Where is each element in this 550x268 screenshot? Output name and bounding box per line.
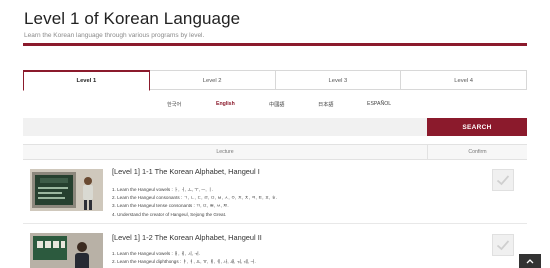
- lecture-title[interactable]: [Level 1] 1-2 The Korean Alphabet, Hange…: [112, 233, 262, 242]
- title-divider: [23, 43, 527, 46]
- column-header-lecture: Lecture: [23, 145, 428, 159]
- table-header: Lecture Confirm: [23, 144, 527, 160]
- lecture-objectives: 1. Learn the Hangeul vowels : ㅐ, ㅔ, ㅚ, ㅟ…: [112, 250, 256, 266]
- page-subtitle: Learn the Korean language through variou…: [24, 32, 205, 39]
- objective-item: 4. Understand the creator of Hangeul, Se…: [112, 211, 227, 217]
- lecture-objectives: 1. Learn the Hangeul vowels : ㅏ, ㅓ, ㅗ, ㅜ…: [112, 186, 277, 219]
- lecture-thumbnail[interactable]: [30, 233, 103, 268]
- lecture-title[interactable]: [Level 1] 1-1 The Korean Alphabet, Hange…: [112, 167, 260, 176]
- page-title: Level 1 of Korean Language: [24, 9, 241, 28]
- check-icon: [496, 175, 510, 186]
- lecture-row: [Level 1] 1-2 The Korean Alphabet, Hange…: [23, 228, 527, 268]
- lang-chinese[interactable]: 中國語: [269, 101, 285, 108]
- language-selector: 한국어 English 中國語 日本語 ESPAÑOL: [0, 101, 550, 111]
- chevron-up-icon: [526, 259, 534, 264]
- check-icon: [496, 240, 510, 251]
- search-bar: SEARCH: [23, 118, 527, 136]
- tab-level-2[interactable]: Level 2: [149, 70, 276, 90]
- search-input[interactable]: [23, 118, 427, 136]
- column-header-confirm: Confirm: [468, 149, 487, 155]
- lecture-thumbnail[interactable]: [30, 169, 103, 211]
- tab-level-4[interactable]: Level 4: [401, 70, 527, 90]
- lecture-row: [Level 1] 1-1 The Korean Alphabet, Hange…: [23, 162, 527, 224]
- lang-english[interactable]: English: [216, 101, 235, 107]
- lang-korean[interactable]: 한국어: [167, 101, 181, 108]
- objective-item: 2. Learn the Hangeul consonants : ㄱ, ㄴ, …: [112, 195, 278, 201]
- confirm-checkbox[interactable]: [492, 169, 514, 191]
- confirm-checkbox[interactable]: [492, 234, 514, 256]
- tab-level-1[interactable]: Level 1: [23, 70, 150, 91]
- search-button[interactable]: SEARCH: [427, 118, 527, 136]
- level-tabs: Level 1 Level 2 Level 3 Level 4: [23, 70, 527, 91]
- lang-spanish[interactable]: ESPAÑOL: [367, 101, 391, 107]
- objective-item: 3. Learn the Hangeul tense consonants : …: [112, 203, 229, 209]
- lang-japanese[interactable]: 日本語: [318, 101, 334, 108]
- tab-level-3[interactable]: Level 3: [275, 70, 402, 90]
- scroll-to-top-button[interactable]: [519, 254, 541, 268]
- objective-item: 1. Learn the Hangeul vowels : ㅏ, ㅓ, ㅗ, ㅜ…: [112, 187, 214, 192]
- objective-item: 1. Learn the Hangeul vowels : ㅐ, ㅔ, ㅚ, ㅟ…: [112, 251, 200, 256]
- objective-item: 2. Learn the Hangeul diphthongs : ㅑ, ㅕ, …: [112, 259, 256, 265]
